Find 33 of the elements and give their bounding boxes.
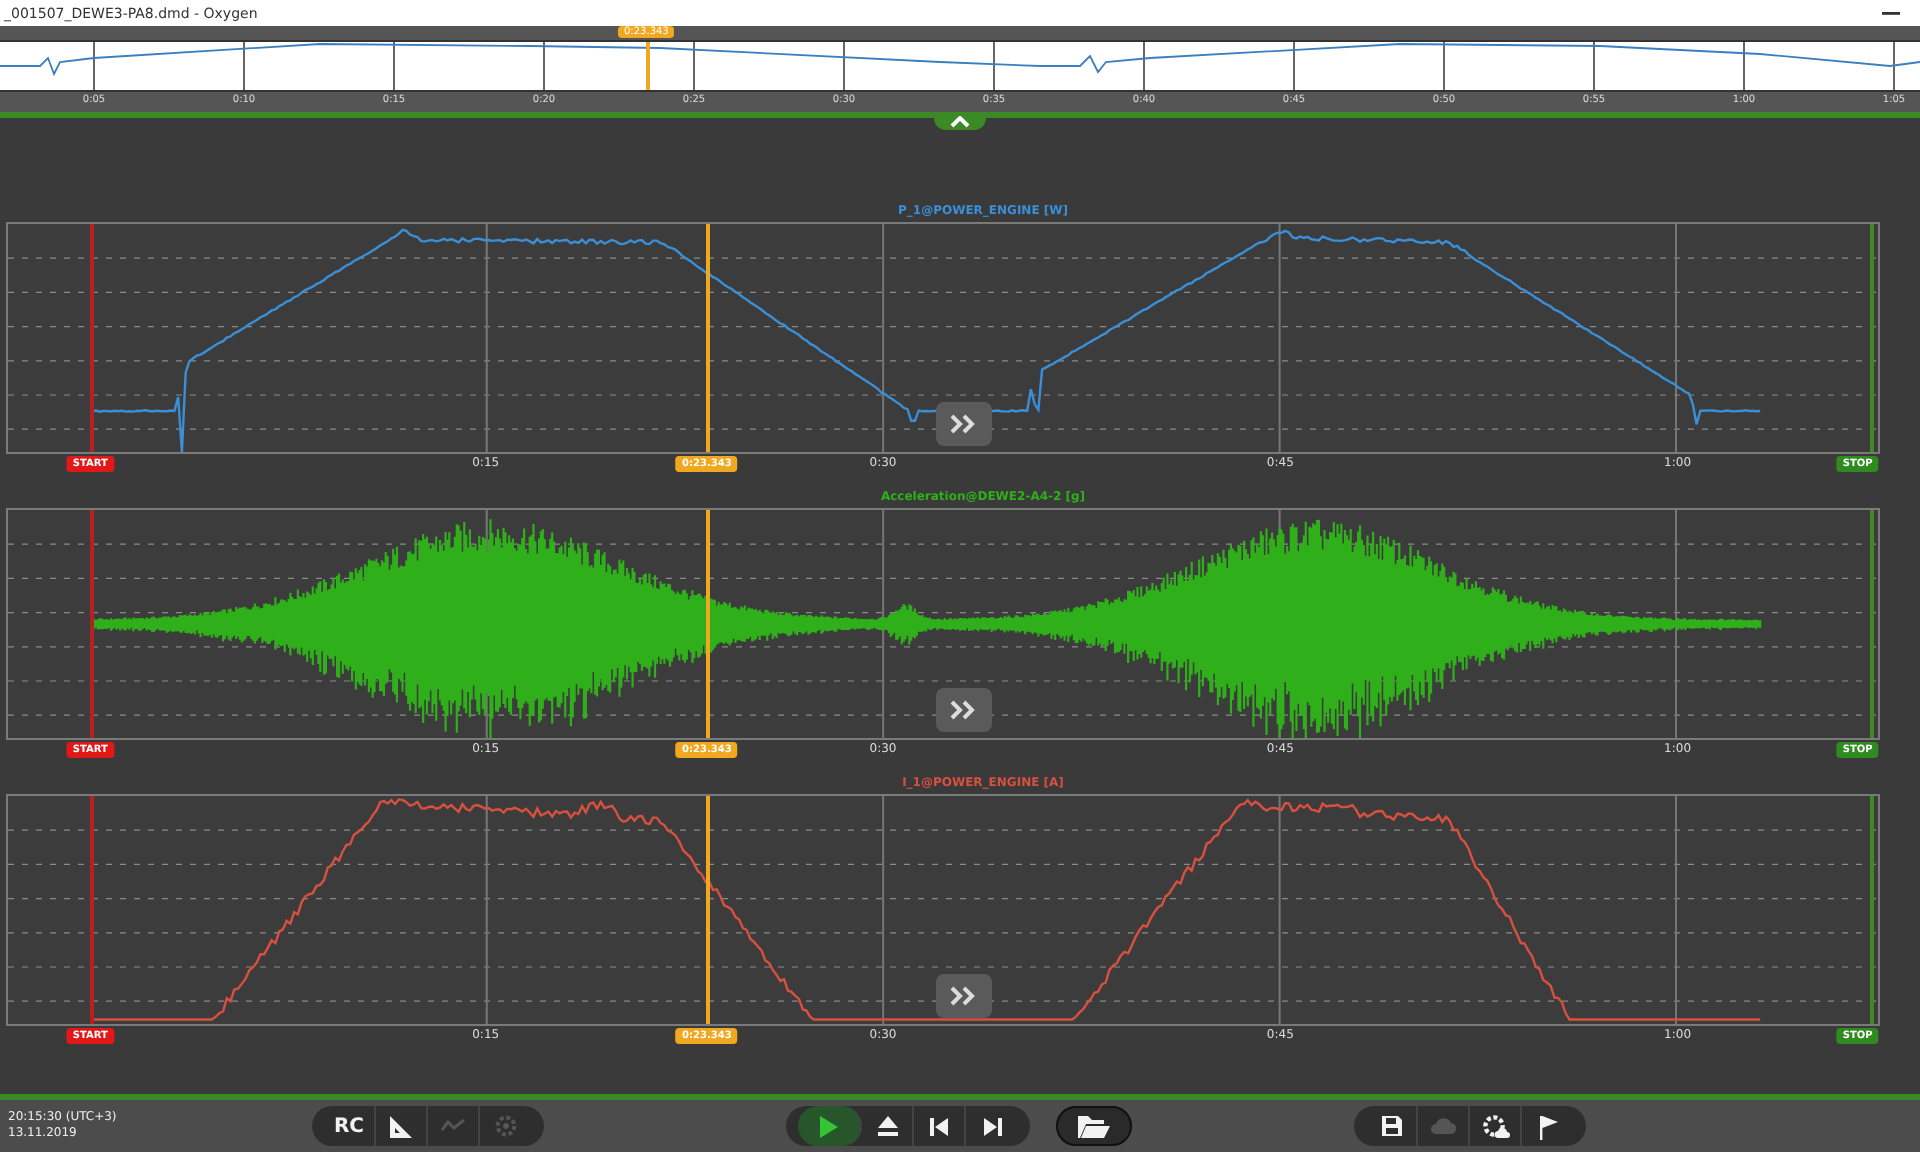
open-button[interactable] [1056,1106,1132,1146]
cloud-icon [1429,1116,1457,1136]
chevron-icon [950,115,970,127]
overview-chart[interactable] [0,40,1920,92]
fast-forward-button[interactable] [936,688,992,732]
stop-marker-line[interactable] [1870,224,1875,452]
cursor-line[interactable] [705,224,710,452]
start-marker-line[interactable] [90,796,95,1024]
stop-marker-line[interactable] [1870,510,1875,738]
collapse-button[interactable] [934,112,986,130]
fast-forward-button[interactable] [936,974,992,1018]
flag-icon [1537,1113,1559,1139]
start-marker-line[interactable] [90,510,95,738]
eject-icon [875,1114,899,1138]
double-chevron-icon [950,986,978,1006]
play-icon [818,1113,840,1139]
folder-icon [1076,1112,1112,1140]
cursor-line[interactable] [705,510,710,738]
fast-forward-button[interactable] [936,402,992,446]
double-chevron-icon [950,414,978,434]
minimize-icon[interactable] [1882,10,1900,16]
gear-icon [494,1114,518,1138]
stop-marker-line[interactable] [1870,796,1875,1024]
cursor-line[interactable] [705,796,710,1024]
save-icon [1379,1114,1403,1138]
skip-back-icon [928,1115,950,1137]
double-chevron-icon [950,700,978,720]
wave-icon [440,1118,466,1134]
gear-cloud-icon [1481,1113,1509,1139]
start-marker-line[interactable] [90,224,95,452]
skip-forward-icon [981,1115,1003,1137]
ruler-triangle-icon [388,1113,414,1139]
playback-button[interactable] [798,1106,862,1146]
